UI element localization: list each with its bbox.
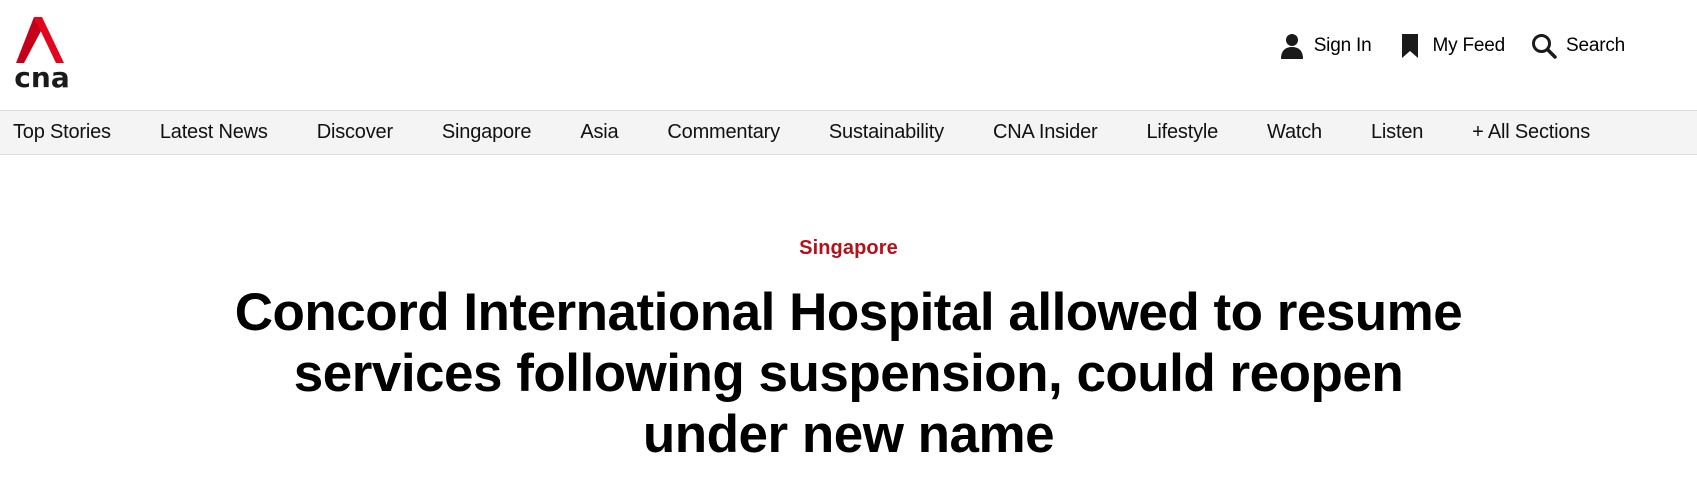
search-link[interactable]: Search: [1531, 32, 1625, 60]
main-nav: Top Stories Latest News Discover Singapo…: [0, 110, 1697, 155]
nav-item-listen[interactable]: Listen: [1371, 121, 1423, 144]
nav-item-asia[interactable]: Asia: [580, 121, 618, 144]
my-feed-link[interactable]: My Feed: [1397, 32, 1505, 60]
sign-in-label: Sign In: [1313, 35, 1372, 56]
site-header: cna Sign In My Feed Search: [0, 0, 1697, 110]
cna-logo-icon: cna: [14, 17, 70, 93]
search-label: Search: [1565, 35, 1625, 56]
logo-text: cna: [14, 61, 69, 93]
nav-item-all-sections[interactable]: + All Sections: [1472, 121, 1590, 144]
nav-item-watch[interactable]: Watch: [1267, 121, 1322, 144]
nav-item-top-stories[interactable]: Top Stories: [13, 121, 111, 144]
article-category-link[interactable]: Singapore: [799, 237, 898, 260]
bookmark-icon: [1397, 32, 1423, 60]
nav-item-cna-insider[interactable]: CNA Insider: [993, 121, 1098, 144]
nav-item-singapore[interactable]: Singapore: [442, 121, 532, 144]
cna-logo[interactable]: cna: [14, 17, 70, 93]
nav-item-discover[interactable]: Discover: [317, 121, 393, 144]
search-icon: [1531, 32, 1557, 60]
nav-item-lifestyle[interactable]: Lifestyle: [1146, 121, 1218, 144]
sign-in-link[interactable]: Sign In: [1279, 32, 1372, 60]
person-icon: [1279, 32, 1305, 60]
nav-item-commentary[interactable]: Commentary: [667, 121, 780, 144]
nav-list: Top Stories Latest News Discover Singapo…: [0, 111, 1697, 154]
my-feed-label: My Feed: [1432, 35, 1505, 56]
nav-item-latest-news[interactable]: Latest News: [160, 121, 268, 144]
nav-item-sustainability[interactable]: Sustainability: [829, 121, 944, 144]
article-headline: Concord International Hospital allowed t…: [234, 283, 1463, 464]
utility-nav: Sign In My Feed Search: [1279, 32, 1625, 60]
article-header: Singapore Concord International Hospital…: [0, 155, 1697, 465]
